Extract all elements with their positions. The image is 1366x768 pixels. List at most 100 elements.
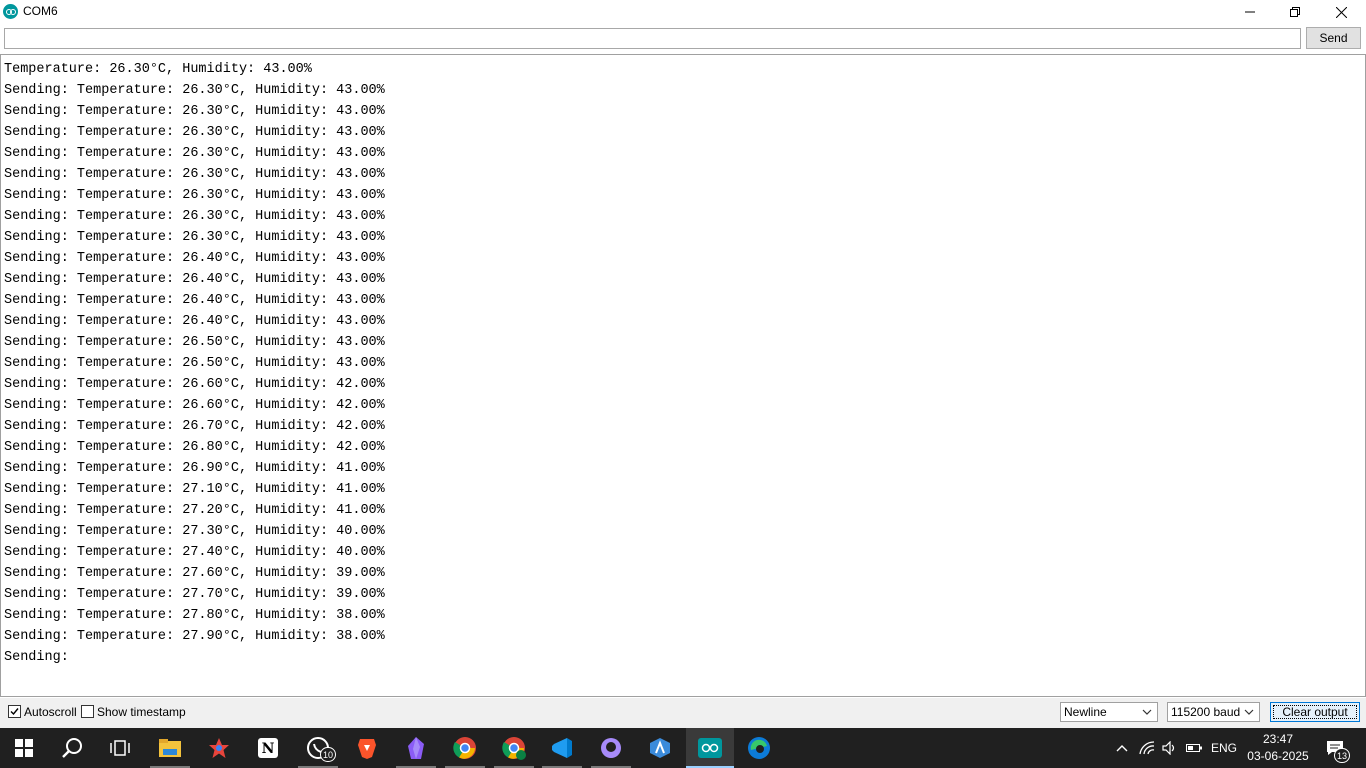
output-line: Sending: Temperature: 27.30°C, Humidity:… (4, 524, 385, 539)
taskbar: N 10 ENG 23:47 03-06-2025 13 (0, 728, 1366, 768)
file-explorer-icon (159, 739, 181, 757)
wifi-icon (1139, 741, 1155, 755)
output-line: Sending: Temperature: 27.40°C, Humidity:… (4, 545, 385, 560)
edge-icon (748, 737, 770, 759)
task-view-button[interactable] (96, 728, 144, 768)
serial-output[interactable]: Temperature: 26.30°C, Humidity: 43.00% Se… (0, 54, 1366, 697)
clock-date: 03-06-2025 (1247, 749, 1309, 763)
battery-icon (1186, 744, 1202, 752)
taskbar-notion[interactable]: N (244, 728, 292, 768)
chrome-profile-icon (502, 737, 526, 760)
taskbar-obsidian[interactable] (392, 728, 440, 768)
android-studio-icon (650, 738, 670, 758)
search-button[interactable] (48, 728, 96, 768)
autoscroll-checkbox[interactable] (8, 705, 21, 718)
taskbar-chrome[interactable] (441, 728, 489, 768)
input-language-button[interactable]: ENG (1207, 728, 1241, 768)
chevron-down-icon (1142, 709, 1152, 715)
output-line: Sending: Temperature: 26.30°C, Humidity:… (4, 230, 385, 245)
output-line: Sending: Temperature: 27.60°C, Humidity:… (4, 566, 385, 581)
chrome-icon (453, 737, 476, 759)
search-icon (62, 738, 82, 758)
taskbar-arduino[interactable] (686, 728, 734, 768)
clock-time: 23:47 (1262, 732, 1294, 746)
output-line: Sending: Temperature: 27.10°C, Humidity:… (4, 482, 385, 497)
svg-text:N: N (262, 741, 275, 757)
output-line: Sending: Temperature: 26.60°C, Humidity:… (4, 377, 385, 392)
show-hidden-icons-button[interactable] (1110, 728, 1134, 768)
taskbar-file-explorer[interactable] (146, 728, 194, 768)
output-line: Temperature: 26.30°C, Humidity: 43.00% (4, 62, 312, 77)
output-line: Sending: Temperature: 26.50°C, Humidity:… (4, 356, 385, 371)
taskbar-clock[interactable]: 23:47 03-06-2025 (1243, 731, 1313, 765)
clear-output-button[interactable]: Clear output (1270, 702, 1360, 722)
line-ending-value: Newline (1064, 705, 1107, 719)
notion-icon: N (258, 738, 278, 758)
output-line: Sending: Temperature: 26.80°C, Humidity:… (4, 440, 385, 455)
output-line: Sending: Temperature: 26.90°C, Humidity:… (4, 461, 385, 476)
output-line: Sending: Temperature: 26.30°C, Humidity:… (4, 104, 385, 119)
output-line: Sending: Temperature: 27.20°C, Humidity:… (4, 503, 385, 518)
notification-center-button[interactable]: 13 (1320, 728, 1350, 768)
output-line: Sending: Temperature: 27.90°C, Humidity:… (4, 629, 385, 644)
baud-rate-select[interactable]: 115200 baud (1167, 702, 1260, 722)
output-line: Sending: Temperature: 26.30°C, Humidity:… (4, 188, 385, 203)
taskbar-whatsapp[interactable]: 10 (294, 728, 342, 768)
restore-button[interactable] (1272, 0, 1318, 24)
start-icon (15, 739, 33, 757)
volume-button[interactable] (1159, 728, 1181, 768)
line-ending-select[interactable]: Newline (1060, 702, 1158, 722)
show-timestamp-checkbox[interactable] (81, 705, 94, 718)
title-bar: COM6 (0, 0, 1366, 24)
brave-icon (358, 739, 376, 759)
output-line: Sending: Temperature: 26.40°C, Humidity:… (4, 314, 385, 329)
output-line: Sending: Temperature: 26.40°C, Humidity:… (4, 251, 385, 266)
minimize-icon (1245, 11, 1255, 13)
taskbar-edge[interactable] (735, 728, 783, 768)
output-line: Sending: Temperature: 27.70°C, Humidity:… (4, 587, 385, 602)
output-line: Sending: Temperature: 26.50°C, Humidity:… (4, 335, 385, 350)
speaker-icon (1162, 741, 1175, 755)
output-line: Sending: Temperature: 26.40°C, Humidity:… (4, 272, 385, 287)
taskbar-brave[interactable] (343, 728, 391, 768)
taskbar-github[interactable] (587, 728, 635, 768)
output-line: Sending: Temperature: 26.40°C, Humidity:… (4, 293, 385, 308)
send-input[interactable] (4, 28, 1301, 49)
output-line: Sending: Temperature: 26.30°C, Humidity:… (4, 146, 385, 161)
restore-icon (1290, 7, 1300, 17)
output-lines: Temperature: 26.30°C, Humidity: 43.00% Se… (4, 59, 385, 668)
output-line: Sending: Temperature: 26.70°C, Humidity:… (4, 419, 385, 434)
taskbar-paint-app[interactable] (195, 728, 243, 768)
output-line: Sending: (4, 650, 69, 665)
output-line: Sending: Temperature: 26.30°C, Humidity:… (4, 209, 385, 224)
output-line: Sending: Temperature: 26.30°C, Humidity:… (4, 83, 385, 98)
output-line: Sending: Temperature: 26.60°C, Humidity:… (4, 398, 385, 413)
github-icon (601, 738, 621, 758)
window-title: COM6 (23, 4, 58, 18)
close-icon (1335, 6, 1347, 18)
bottom-bar: Autoscroll Show timestamp Newline 115200… (0, 698, 1366, 728)
chevron-down-icon (1244, 709, 1254, 715)
taskbar-vscode[interactable] (538, 728, 586, 768)
arduino-icon (3, 4, 18, 19)
output-line: Sending: Temperature: 26.30°C, Humidity:… (4, 125, 385, 140)
obsidian-icon (408, 737, 424, 759)
paint-app-icon (209, 738, 229, 758)
show-timestamp-label: Show timestamp (97, 705, 186, 719)
notification-badge: 10 (319, 747, 336, 762)
output-line: Sending: Temperature: 27.80°C, Humidity:… (4, 608, 385, 623)
battery-button[interactable] (1183, 728, 1205, 768)
taskbar-android-studio[interactable] (636, 728, 684, 768)
start-button[interactable] (0, 728, 48, 768)
taskbar-chrome-profile[interactable] (490, 728, 538, 768)
vscode-icon (552, 738, 572, 758)
baud-rate-value: 115200 baud (1171, 705, 1241, 719)
network-button[interactable] (1136, 728, 1158, 768)
close-button[interactable] (1318, 0, 1364, 24)
checkmark-icon (10, 708, 19, 716)
arduino-icon (698, 738, 722, 758)
notification-count-badge: 13 (1333, 748, 1350, 763)
send-button[interactable]: Send (1306, 27, 1361, 49)
minimize-button[interactable] (1227, 0, 1273, 24)
task-view-icon (110, 740, 130, 756)
